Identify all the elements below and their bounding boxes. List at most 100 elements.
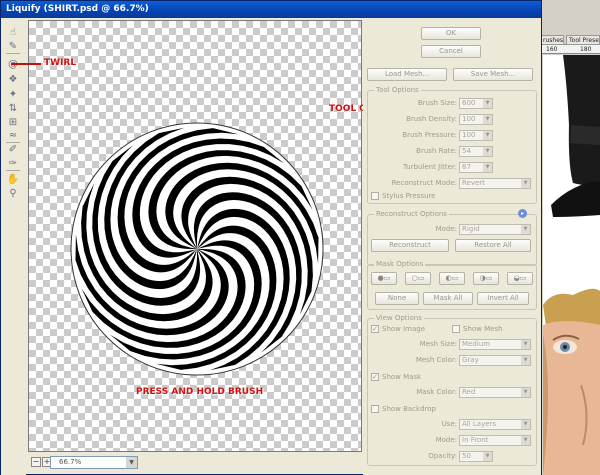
turbulence-tool-icon[interactable]: ≈ (6, 129, 20, 143)
mesh-color-select[interactable]: Gray ▼ (459, 355, 531, 366)
reconstruct-tool-icon[interactable]: ✎ (6, 40, 20, 54)
palette-tab-brushes[interactable]: rushes (540, 35, 564, 45)
ok-button[interactable]: OK (421, 27, 481, 40)
mask-color-select[interactable]: Red ▼ (459, 387, 531, 398)
use-select[interactable]: All Layers ▼ (459, 419, 531, 430)
load-mesh-button[interactable]: Load Mesh... (367, 68, 447, 81)
brush-rate-field[interactable]: 54 ▼ (459, 146, 493, 157)
bloat-tool-icon[interactable]: ✦ (6, 88, 20, 102)
use-label: Use: (441, 420, 457, 428)
mask-invert-button[interactable]: ◒▭ (507, 272, 533, 285)
pucker-tool-icon[interactable]: ❖ (6, 73, 20, 87)
mirror-tool-icon[interactable]: ⊞ (6, 116, 20, 130)
restore-all-button[interactable]: Restore All (455, 239, 531, 252)
mask-color-label: Mask Color: (416, 388, 457, 396)
twirl-annotation: TWIRL (44, 58, 77, 68)
reconstruct-mode-dropdown[interactable]: Rigid ▼ (459, 224, 531, 235)
chevron-down-icon: ▼ (483, 452, 492, 461)
chevron-down-icon: ▼ (521, 356, 530, 365)
chevron-down-icon: ▼ (483, 131, 492, 140)
brush-density-label: Brush Density: (406, 115, 457, 123)
zoom-level-select[interactable]: 66.7% ▼ (50, 456, 138, 469)
chevron-down-icon: ▼ (483, 115, 492, 124)
backdrop-mode-label: Mode: (435, 436, 457, 444)
chevron-down-icon: ▼ (521, 388, 530, 397)
turbulent-jitter-label: Turbulent Jitter: (403, 163, 457, 171)
tool-strip: ☝ ✎ @ ❖ ✦ ⇅ ⊞ ≈ ✐ ✑ ✋ ⚲ (1, 18, 26, 475)
ruler-label-180: 180 (580, 46, 592, 53)
chevron-down-icon: ▼ (521, 179, 530, 188)
show-mesh-label: Show Mesh (463, 325, 503, 333)
reconstruct-mode-mode-label: Mode: (435, 225, 457, 233)
brush-pressure-field[interactable]: 100 ▼ (459, 130, 493, 141)
person-photo-illustration (543, 55, 600, 475)
view-options-title: View Options (374, 314, 424, 322)
brush-size-label: Brush Size: (417, 99, 457, 107)
press-hold-annotation: PRESS AND HOLD BRUSH (136, 387, 264, 397)
chevron-down-icon: ▼ (521, 340, 530, 349)
twirl-tool-icon[interactable]: @ (6, 58, 20, 72)
mask-subtract-button[interactable]: ◐▭ (439, 272, 465, 285)
dialog-title: Liquify (SHIRT.psd @ 66.7%) (6, 4, 149, 14)
expand-icon[interactable]: ▸ (518, 209, 527, 218)
chevron-down-icon: ▼ (483, 163, 492, 172)
freeze-mask-tool-icon[interactable]: ✐ (6, 143, 20, 157)
mask-intersect-button[interactable]: ◑▭ (473, 272, 499, 285)
reconstruct-button[interactable]: Reconstruct (371, 239, 449, 252)
stylus-pressure-checkbox[interactable] (371, 192, 379, 200)
background-ruler: 160 180 (540, 45, 600, 54)
thaw-mask-tool-icon[interactable]: ✑ (6, 157, 20, 171)
twirl-annotation-line (11, 63, 41, 65)
mesh-color-label: Mesh Color: (415, 356, 457, 364)
show-mask-checkbox[interactable]: ✓ (371, 373, 379, 381)
chevron-down-icon: ▼ (521, 420, 530, 429)
push-left-tool-icon[interactable]: ⇅ (6, 102, 20, 116)
chevron-down-icon: ▼ (483, 147, 492, 156)
reconstruct-options-title: Reconstruct Options (374, 210, 449, 218)
forward-warp-tool-icon[interactable]: ☝ (6, 26, 20, 40)
mesh-size-label: Mesh Size: (419, 340, 457, 348)
chevron-down-icon: ▼ (483, 99, 492, 108)
zoom-tool-icon[interactable]: ⚲ (6, 187, 20, 201)
chevron-down-icon: ▼ (126, 457, 137, 468)
invert-all-button[interactable]: Invert All (477, 292, 529, 305)
cancel-button[interactable]: Cancel (421, 45, 481, 58)
zoom-out-button[interactable]: − (31, 457, 41, 467)
mask-all-button[interactable]: Mask All (423, 292, 473, 305)
ruler-label-160: 160 (546, 46, 558, 53)
background-palette-tabs: rushes Tool Presets (540, 34, 600, 45)
opacity-field[interactable]: 50 ▼ (459, 451, 493, 462)
mask-replace-button[interactable]: ●▭ (371, 272, 397, 285)
options-panel: OK Cancel Load Mesh... Save Mesh... Tool… (363, 20, 541, 475)
show-backdrop-checkbox[interactable] (371, 405, 379, 413)
show-image-label: Show Image (382, 325, 426, 333)
brush-density-field[interactable]: 100 ▼ (459, 114, 493, 125)
mask-none-button[interactable]: None (375, 292, 419, 305)
mesh-size-select[interactable]: Medium ▼ (459, 339, 531, 350)
palette-tab-tool-presets[interactable]: Tool Presets (566, 35, 600, 45)
canvas-footer: − + 66.7% ▼ (28, 454, 362, 474)
show-mask-label: Show Mask (382, 373, 422, 381)
chevron-down-icon: ▼ (521, 436, 530, 445)
tool-options-title: Tool Options (374, 86, 421, 94)
show-image-checkbox[interactable]: ✓ (371, 325, 379, 333)
show-backdrop-label: Show Backdrop (382, 405, 437, 413)
save-mesh-button[interactable]: Save Mesh... (453, 68, 533, 81)
chevron-down-icon: ▼ (521, 225, 530, 234)
brush-size-field[interactable]: 600 ▼ (459, 98, 493, 109)
show-mesh-checkbox[interactable] (452, 325, 460, 333)
liquify-dialog: Liquify (SHIRT.psd @ 66.7%) ☝ ✎ @ ❖ ✦ ⇅ … (0, 0, 542, 475)
hand-tool-icon[interactable]: ✋ (6, 173, 20, 187)
zoom-level-value: 66.7% (59, 458, 82, 466)
brush-pressure-label: Brush Pressure: (402, 131, 457, 139)
reconstruct-mode-label: Reconstruct Mode: (391, 179, 457, 187)
background-photo (543, 55, 600, 475)
backdrop-mode-select[interactable]: In Front ▼ (459, 435, 531, 446)
dialog-title-bar[interactable]: Liquify (SHIRT.psd @ 66.7%) (1, 1, 541, 18)
twirl-spiral-image (70, 122, 324, 376)
reconstruct-mode-select[interactable]: Revert ▼ (459, 178, 531, 189)
brush-rate-label: Brush Rate: (416, 147, 457, 155)
turbulent-jitter-field[interactable]: 87 ▼ (459, 162, 493, 173)
mask-add-button[interactable]: ○▭ (405, 272, 431, 285)
stylus-pressure-label: Stylus Pressure (382, 192, 436, 200)
